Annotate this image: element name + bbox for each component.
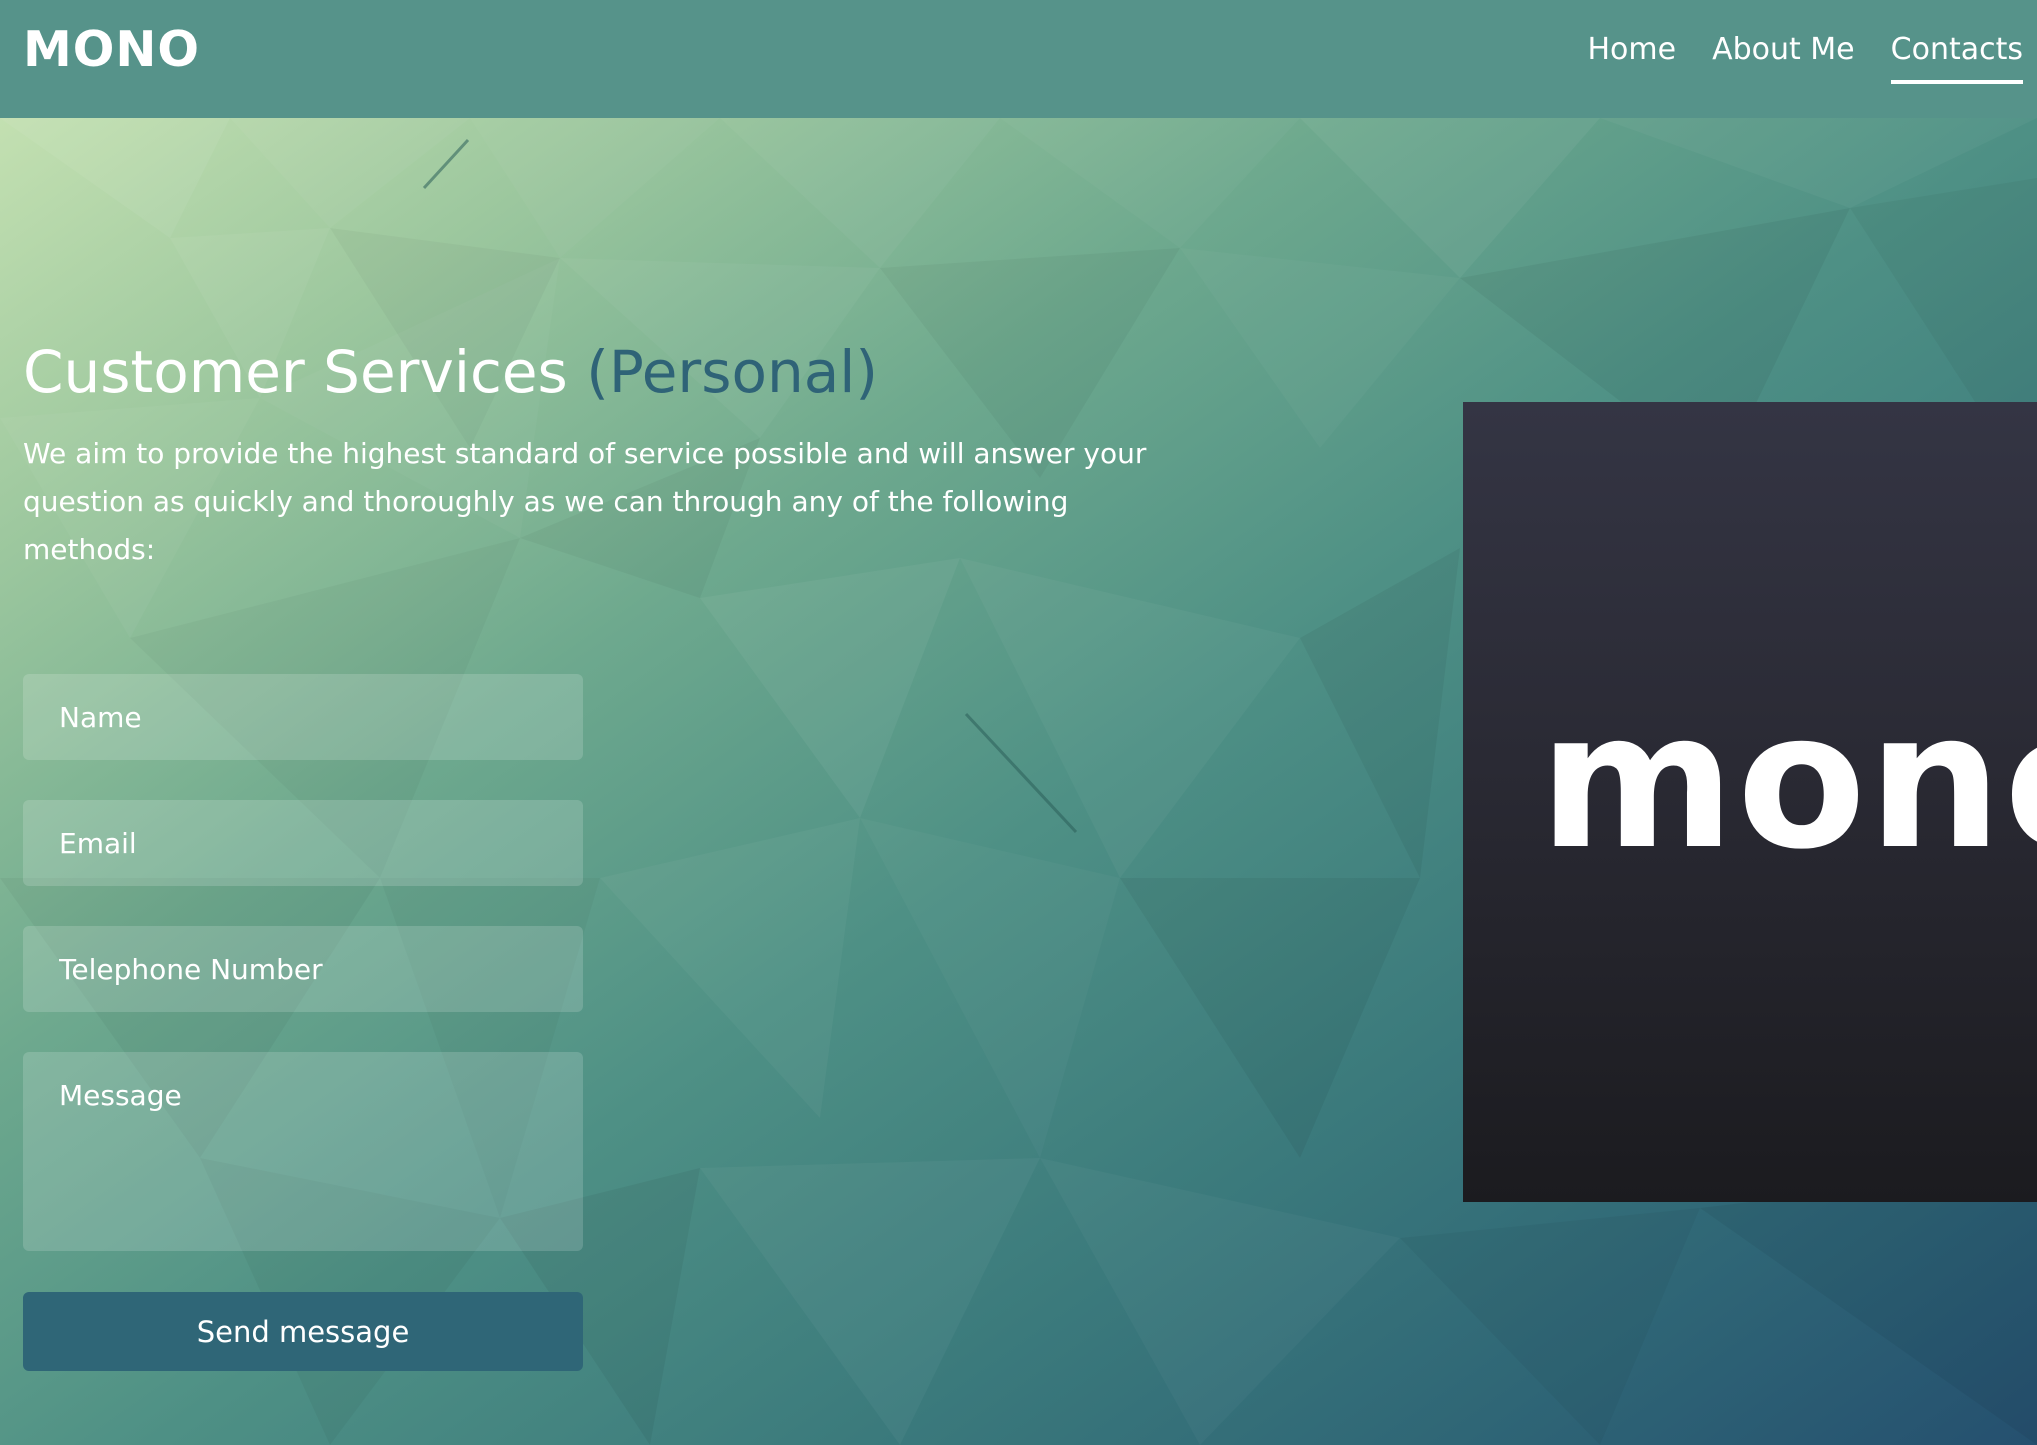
title-accent: (Personal) — [586, 338, 878, 406]
navbar: MONO Home About Me Contacts — [0, 0, 2037, 118]
send-message-button[interactable]: Send message — [23, 1292, 583, 1371]
telephone-input[interactable] — [23, 926, 583, 1012]
nav-link-home[interactable]: Home — [1587, 30, 1676, 70]
nav-links: Home About Me Contacts — [1587, 30, 2024, 84]
message-textarea[interactable] — [23, 1052, 583, 1251]
mono-logo-text: mono — [1539, 672, 2037, 891]
name-input[interactable] — [23, 674, 583, 760]
nav-link-about-me[interactable]: About Me — [1712, 30, 1855, 70]
title-main: Customer Services — [23, 338, 587, 406]
brand-logo[interactable]: MONO — [23, 22, 200, 78]
page-title: Customer Services (Personal) — [23, 334, 878, 410]
mono-logo-image: mono — [1463, 402, 2037, 1202]
nav-link-contacts[interactable]: Contacts — [1890, 30, 2024, 84]
intro-text: We aim to provide the highest standard o… — [23, 437, 1147, 566]
email-input[interactable] — [23, 800, 583, 886]
